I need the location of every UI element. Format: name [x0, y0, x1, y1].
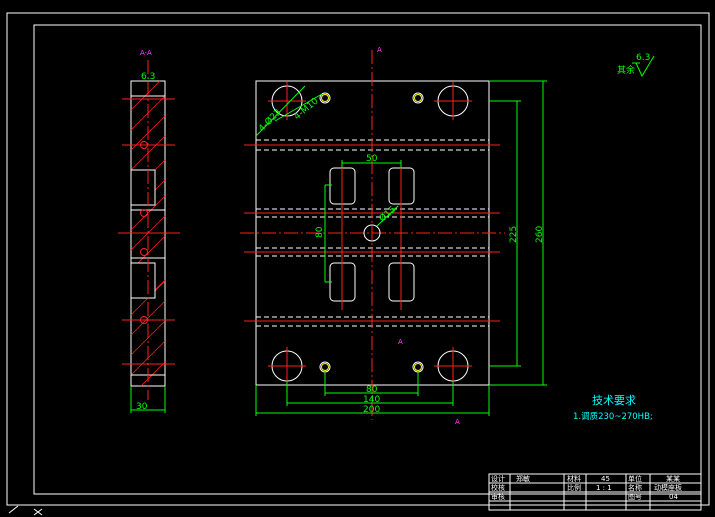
roughness-value: 6.3: [636, 53, 650, 63]
front-view: 50 80 4-Ø23 4-M10 Ø15 225 260 80 140 200…: [240, 46, 547, 426]
tb-scale-label: 比例: [567, 483, 581, 492]
dim-225: 225: [509, 226, 519, 243]
side-view: 30 6.3 A-A: [118, 49, 180, 413]
dim-30: 30: [136, 402, 148, 412]
tech-item-1: 1.调质230~270HB;: [573, 411, 653, 422]
svg-text:6.3: 6.3: [141, 72, 155, 82]
outer-frame: [6, 12, 710, 506]
hole-callout-2: 4-M10: [293, 96, 321, 122]
tb-unit-label: 单位: [628, 474, 642, 483]
svg-text:A: A: [455, 418, 460, 426]
tb-design-label: 设计: [491, 474, 505, 483]
tb-approve-label: 审核: [491, 492, 505, 501]
roughness-prefix: 其余: [617, 64, 635, 76]
dim-80-vertical: 80: [315, 226, 325, 238]
dim-260: 260: [535, 226, 545, 243]
tb-check-label: 校核: [491, 483, 505, 492]
tb-unit-value: 某某: [666, 475, 680, 483]
roughness-symbol: 其余 6.3: [617, 53, 655, 78]
tb-material-value: 45: [601, 475, 610, 483]
center-hole-callout: Ø15: [377, 204, 398, 224]
dim-140: 140: [363, 395, 380, 405]
svg-text:A: A: [398, 338, 403, 346]
dim-200: 200: [363, 405, 380, 415]
tb-name-value: 动模座板: [654, 483, 682, 492]
tb-design-value: 郑敏: [516, 474, 530, 483]
tb-drawing-value: 04: [669, 493, 678, 501]
tb-scale-value: 1 : 1: [596, 484, 612, 492]
cad-drawing: 30 6.3 A-A 50 80 4-Ø23 4-M10 Ø15 225 260…: [6, 12, 710, 516]
tb-name-label: 名称: [628, 483, 642, 492]
ucs-icon: [8, 505, 43, 516]
inner-frame: [33, 24, 702, 495]
svg-text:A: A: [377, 46, 382, 54]
svg-text:A-A: A-A: [140, 49, 152, 57]
hole-callout-1: 4-Ø23: [256, 107, 283, 134]
tb-drawing-label: 图号: [628, 493, 642, 501]
dim-80-bottom: 80: [366, 385, 378, 395]
dim-50: 50: [366, 154, 378, 164]
technical-requirements: 技术要求 1.调质230~270HB;: [573, 394, 653, 422]
tech-heading: 技术要求: [592, 394, 636, 407]
tb-material-label: 材料: [567, 474, 581, 483]
